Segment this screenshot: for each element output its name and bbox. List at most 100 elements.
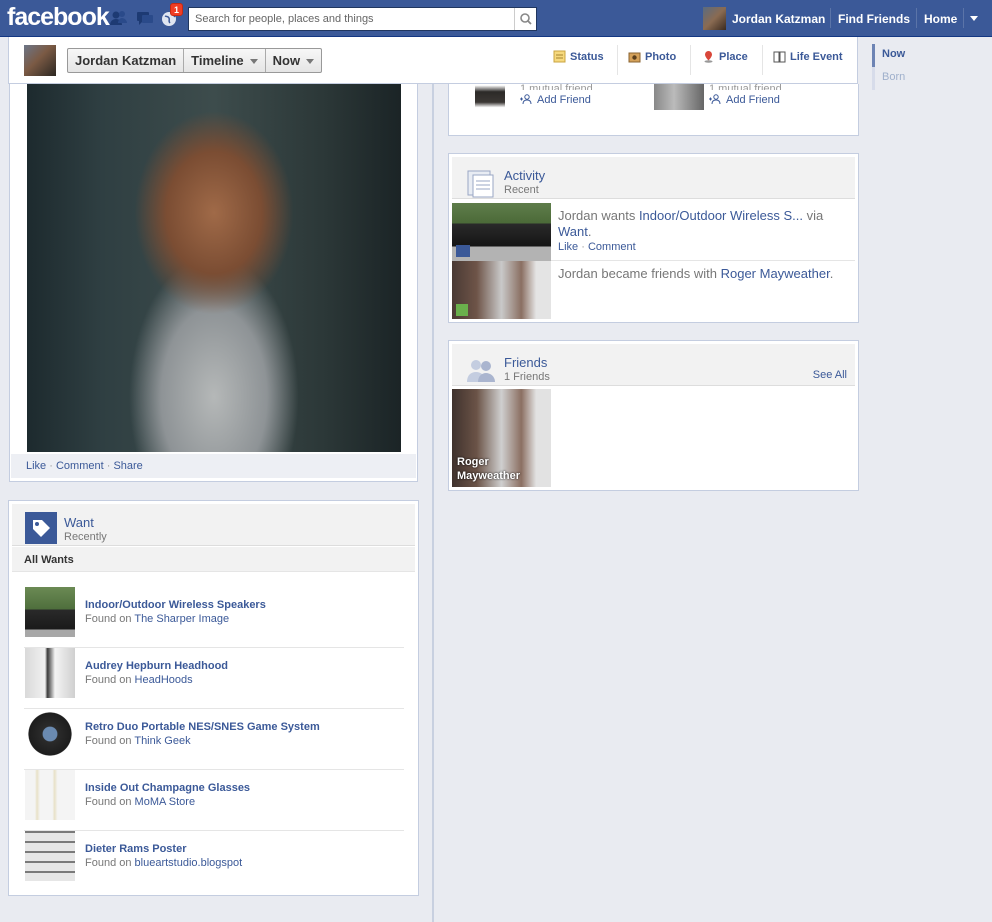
activity-thumbnail[interactable]: [452, 261, 551, 319]
friend-name[interactable]: Roger Mayweather: [457, 455, 547, 483]
want-card: Want Recently All Wants Indoor/Outdoor W…: [8, 500, 419, 896]
facebook-logo[interactable]: facebook: [7, 3, 110, 32]
composer-life-event-button[interactable]: Life Event: [773, 50, 843, 63]
activity-item: Jordan wants Indoor/Outdoor Wireless S..…: [452, 203, 855, 261]
find-friends-link[interactable]: Find Friends: [838, 12, 910, 26]
top-bar: facebook 1 Jordan Katzman Find Friends H…: [0, 0, 992, 37]
search-input[interactable]: [189, 8, 509, 30]
timeline-section-dropdown[interactable]: Timeline: [184, 49, 266, 72]
chevron-down-icon: [249, 59, 258, 65]
timeline-name-button[interactable]: Jordan Katzman: [68, 49, 185, 72]
source-link[interactable]: The Sharper Image: [134, 613, 229, 625]
composer-status-button[interactable]: Status: [553, 50, 604, 63]
want-item-title[interactable]: Indoor/Outdoor Wireless Speakers: [85, 599, 266, 611]
share-link[interactable]: Share: [113, 460, 142, 472]
want-item-title[interactable]: Audrey Hepburn Headhood: [85, 660, 228, 672]
suggested-friend-photo[interactable]: [475, 84, 505, 110]
activity-title[interactable]: Activity: [504, 168, 545, 183]
source-link[interactable]: Think Geek: [134, 735, 190, 747]
photo-actions: Like · Comment · Share: [11, 454, 416, 478]
want-item-source: Found on MoMA Store: [85, 796, 196, 808]
activity-card: Activity Recent Jordan wants Indoor/Outd…: [448, 153, 859, 323]
want-item-thumbnail[interactable]: [25, 648, 75, 698]
want-item-title[interactable]: Inside Out Champagne Glasses: [85, 782, 250, 794]
profile-photo[interactable]: [27, 84, 401, 452]
want-item-source: Found on blueartstudio.blogspot: [85, 857, 243, 869]
profile-link[interactable]: Jordan Katzman: [732, 12, 825, 26]
friend-plus-icon: [456, 304, 468, 316]
source-link[interactable]: blueartstudio.blogspot: [135, 857, 243, 869]
friend-link[interactable]: Roger Mayweather: [721, 266, 830, 281]
friends-card: Friends 1 Friends See All Roger Mayweath…: [448, 340, 859, 491]
want-item[interactable]: Retro Duo Portable NES/SNES Game System …: [24, 709, 404, 770]
want-item-source: Found on HeadHoods: [85, 674, 193, 686]
activity-subtitle: Recent: [504, 184, 539, 196]
want-item-title[interactable]: Dieter Rams Poster: [85, 843, 187, 855]
want-header: Want Recently: [12, 504, 415, 546]
add-friend-button[interactable]: Add Friend: [709, 94, 780, 106]
home-link[interactable]: Home: [924, 12, 957, 26]
scrubber-now[interactable]: Now: [872, 44, 982, 67]
divider: [916, 8, 917, 28]
composer-place-button[interactable]: Place: [702, 50, 748, 63]
suggested-friend-photo[interactable]: [654, 84, 704, 110]
account-menu-chevron-down-icon[interactable]: [970, 16, 978, 21]
source-link[interactable]: HeadHoods: [135, 674, 193, 686]
friends-title[interactable]: Friends: [504, 355, 547, 370]
want-item-title[interactable]: Retro Duo Portable NES/SNES Game System: [85, 721, 320, 733]
friend-requests-icon[interactable]: [110, 9, 128, 27]
want-item-thumbnail[interactable]: [25, 587, 75, 637]
want-item-thumbnail[interactable]: [25, 831, 75, 881]
divider: [690, 45, 691, 75]
messages-icon[interactable]: [136, 9, 154, 27]
want-item-thumbnail[interactable]: [25, 709, 75, 759]
people-you-may-know-card: 1 mutual friend Add Friend 1 mutual frie…: [448, 84, 859, 136]
add-friend-button[interactable]: Add Friend: [520, 94, 591, 106]
want-item-thumbnail[interactable]: [25, 770, 75, 820]
add-friend-icon: [520, 94, 532, 105]
friends-header: Friends 1 Friends See All: [452, 344, 855, 386]
want-item[interactable]: Inside Out Champagne Glasses Found on Mo…: [24, 770, 404, 831]
price-tag-icon: [456, 245, 470, 257]
want-item[interactable]: Dieter Rams Poster Found on blueartstudi…: [24, 831, 404, 892]
activity-header: Activity Recent: [452, 157, 855, 199]
composer-photo-button[interactable]: Photo: [628, 50, 676, 63]
see-all-friends-link[interactable]: See All: [813, 369, 847, 381]
activity-item: Jordan became friends with Roger Mayweat…: [452, 261, 855, 319]
place-pin-icon: [702, 50, 715, 63]
want-item-source: Found on Think Geek: [85, 735, 191, 747]
friends-count: 1 Friends: [504, 371, 550, 383]
activity-actions: Like · Comment: [558, 241, 636, 253]
add-friend-icon: [709, 94, 721, 105]
activity-list-icon: [465, 167, 497, 199]
activity-thumbnail[interactable]: [452, 203, 551, 261]
divider: [830, 8, 831, 28]
comment-link[interactable]: Comment: [56, 460, 104, 472]
want-title[interactable]: Want: [64, 515, 94, 530]
want-app-link[interactable]: Want: [558, 224, 588, 239]
search-button[interactable]: [514, 8, 536, 30]
search-icon: [520, 13, 532, 25]
friends-icon: [465, 354, 497, 386]
timeline-period-dropdown[interactable]: Now: [266, 49, 321, 72]
scrubber-born[interactable]: Born: [872, 67, 982, 90]
mutual-friends-text: 1 mutual friend: [709, 84, 782, 90]
user-avatar[interactable]: [703, 7, 726, 30]
divider: [762, 45, 763, 75]
want-item-link[interactable]: Indoor/Outdoor Wireless S...: [639, 208, 803, 223]
like-link[interactable]: Like: [558, 241, 578, 253]
divider: [617, 45, 618, 75]
want-item[interactable]: Audrey Hepburn Headhood Found on HeadHoo…: [24, 648, 404, 709]
comment-link[interactable]: Comment: [588, 241, 636, 253]
activity-text: Jordan wants Indoor/Outdoor Wireless S..…: [558, 208, 824, 239]
timeline-scrubber: Now Born: [872, 44, 982, 90]
all-wants-label[interactable]: All Wants: [12, 547, 415, 572]
want-item[interactable]: Indoor/Outdoor Wireless Speakers Found o…: [24, 587, 404, 648]
photo-story-card: Like · Comment · Share: [9, 84, 418, 482]
notification-badge[interactable]: 1: [170, 3, 183, 16]
activity-text: Jordan became friends with Roger Mayweat…: [558, 266, 834, 281]
like-link[interactable]: Like: [26, 460, 46, 472]
friend-tile[interactable]: Roger Mayweather: [452, 389, 551, 487]
profile-thumbnail[interactable]: [24, 45, 56, 76]
source-link[interactable]: MoMA Store: [135, 796, 196, 808]
